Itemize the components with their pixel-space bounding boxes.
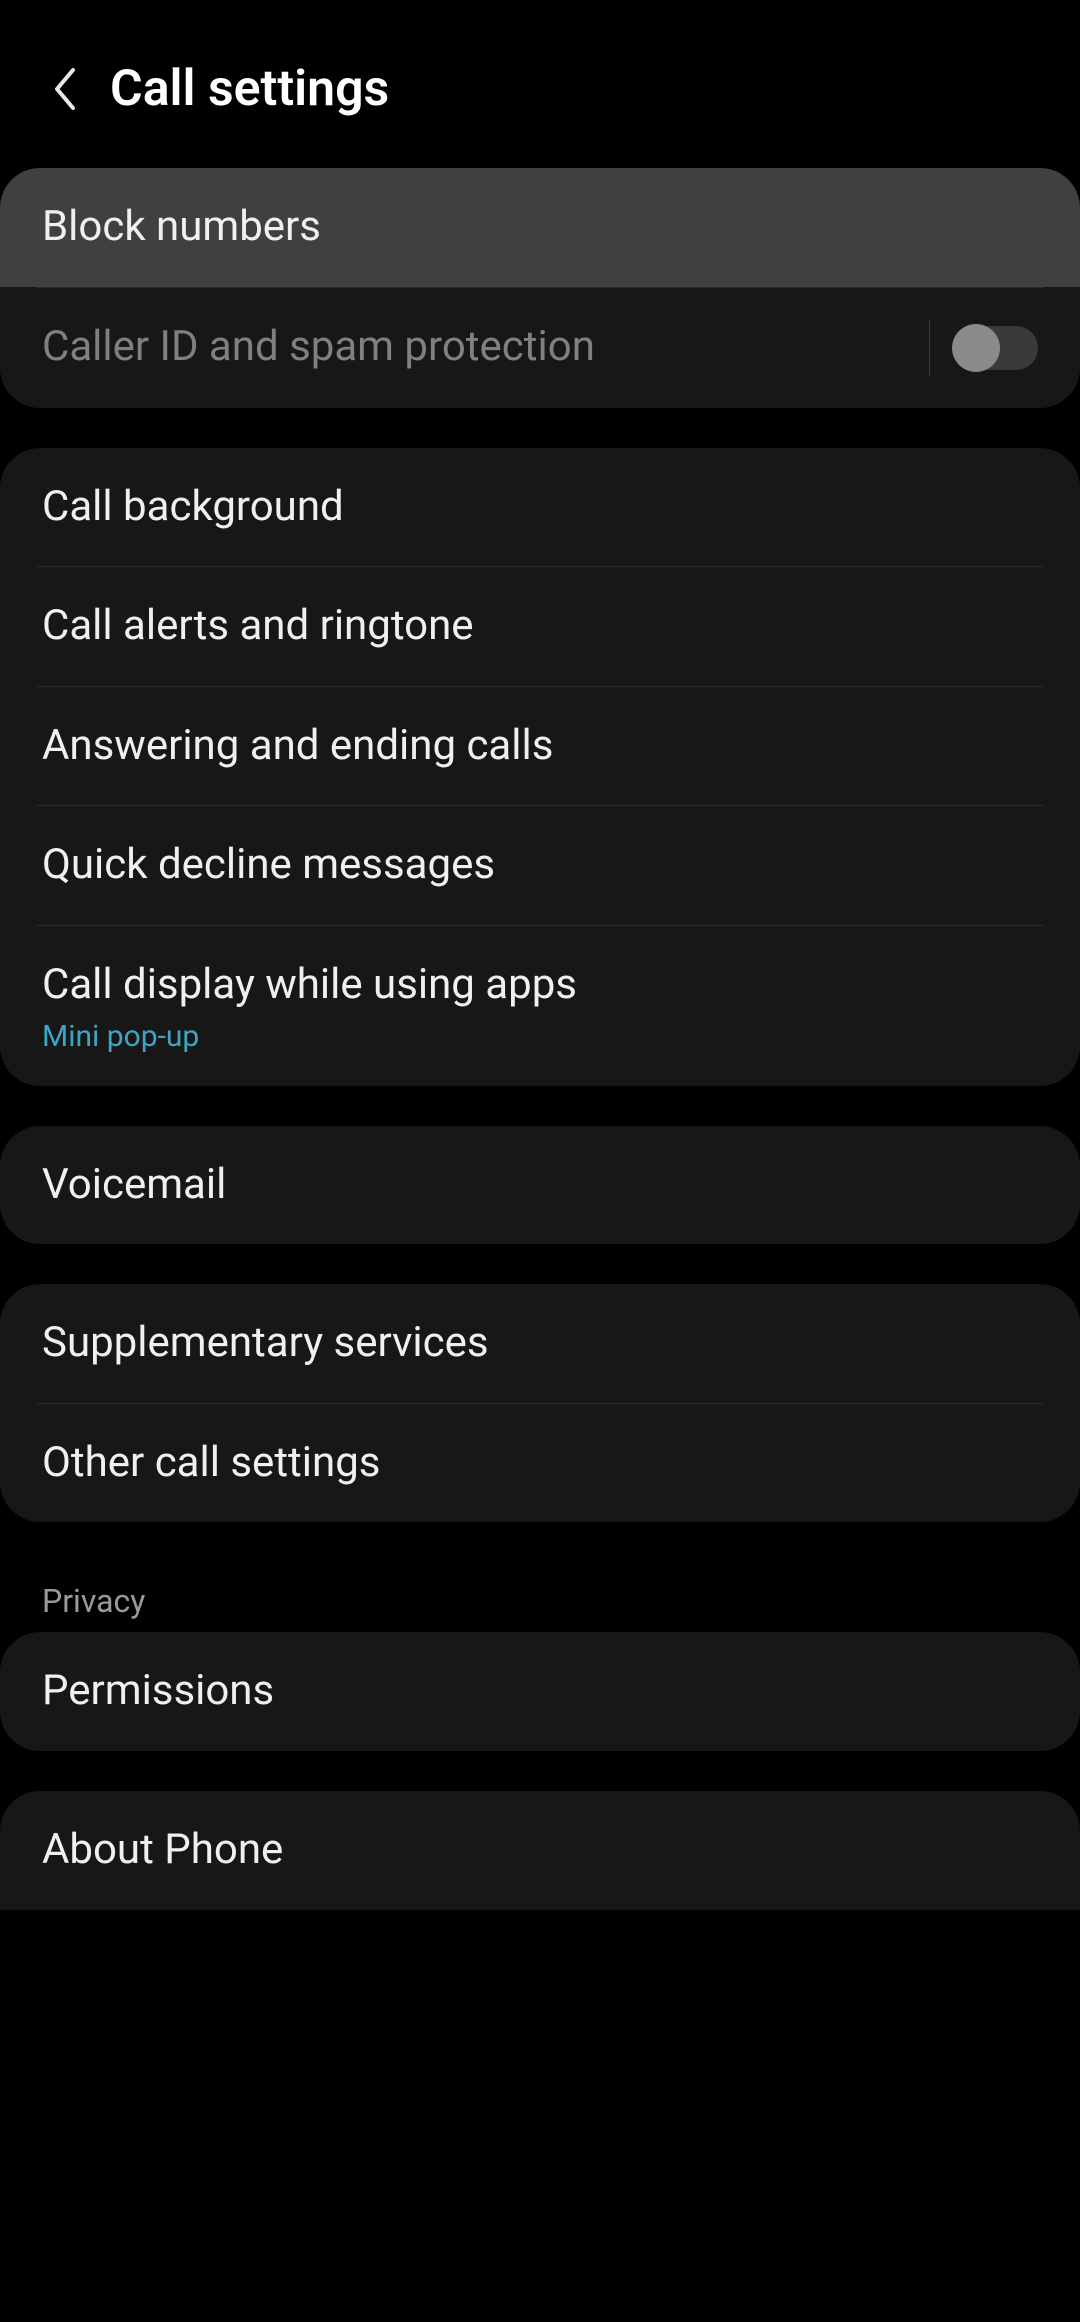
row-label: Call background xyxy=(42,480,344,535)
row-label: Quick decline messages xyxy=(42,838,495,893)
row-label: Answering and ending calls xyxy=(42,719,553,774)
row-label: Call display while using apps xyxy=(42,958,577,1013)
quick-decline-messages-row[interactable]: Quick decline messages xyxy=(0,806,1080,925)
row-label: About Phone xyxy=(42,1823,283,1878)
permissions-row[interactable]: Permissions xyxy=(0,1632,1080,1751)
call-background-row[interactable]: Call background xyxy=(0,448,1080,567)
section-label-privacy: Privacy xyxy=(0,1562,1080,1632)
page-title: Call settings xyxy=(110,60,389,118)
settings-group: About Phone xyxy=(0,1791,1080,1910)
back-button[interactable] xyxy=(40,64,90,114)
caller-id-spam-row[interactable]: Caller ID and spam protection xyxy=(0,288,1080,408)
settings-group: Call background Call alerts and ringtone… xyxy=(0,448,1080,1086)
other-call-settings-row[interactable]: Other call settings xyxy=(0,1404,1080,1523)
row-label: Voicemail xyxy=(42,1158,226,1213)
row-sublabel: Mini pop-up xyxy=(42,1019,577,1054)
row-label: Call alerts and ringtone xyxy=(42,599,474,654)
about-phone-row[interactable]: About Phone xyxy=(0,1791,1080,1910)
caller-id-toggle[interactable] xyxy=(954,326,1038,370)
supplementary-services-row[interactable]: Supplementary services xyxy=(0,1284,1080,1403)
row-label: Permissions xyxy=(42,1664,274,1719)
row-label: Supplementary services xyxy=(42,1316,489,1371)
settings-group: Block numbers Caller ID and spam protect… xyxy=(0,168,1080,408)
settings-content: Block numbers Caller ID and spam protect… xyxy=(0,168,1080,1910)
toggle-wrap xyxy=(929,320,1038,376)
header: Call settings xyxy=(0,0,1080,168)
row-label: Caller ID and spam protection xyxy=(42,320,595,375)
voicemail-row[interactable]: Voicemail xyxy=(0,1126,1080,1245)
chevron-left-icon xyxy=(51,66,79,112)
toggle-divider xyxy=(929,320,930,376)
call-alerts-ringtone-row[interactable]: Call alerts and ringtone xyxy=(0,567,1080,686)
call-display-apps-row[interactable]: Call display while using apps Mini pop-u… xyxy=(0,926,1080,1086)
settings-group: Permissions xyxy=(0,1632,1080,1751)
row-label: Block numbers xyxy=(42,200,321,255)
settings-group: Voicemail xyxy=(0,1126,1080,1245)
toggle-knob xyxy=(952,324,1000,372)
block-numbers-row[interactable]: Block numbers xyxy=(0,168,1080,287)
answering-ending-calls-row[interactable]: Answering and ending calls xyxy=(0,687,1080,806)
row-label: Other call settings xyxy=(42,1436,380,1491)
settings-group: Supplementary services Other call settin… xyxy=(0,1284,1080,1522)
